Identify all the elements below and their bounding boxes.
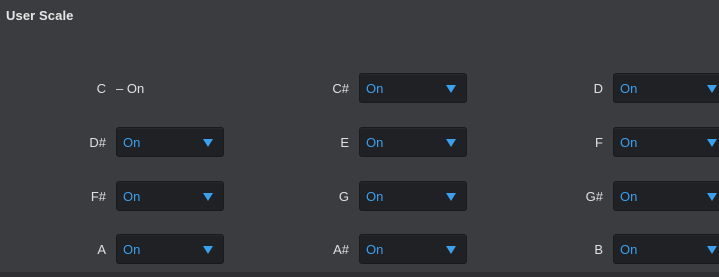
note-label-e: E <box>340 134 349 150</box>
note-f-select[interactable]: On <box>613 127 719 157</box>
note-label-b: B <box>594 241 603 257</box>
note-label-g: G <box>338 188 349 204</box>
select-value: On <box>123 135 141 150</box>
note-row-c-sharp: C# On <box>305 72 467 104</box>
note-b-select[interactable]: On <box>613 234 719 264</box>
note-label-a: A <box>97 241 106 257</box>
note-e-select[interactable]: On <box>359 127 467 157</box>
chevron-down-icon <box>707 193 717 201</box>
select-value: On <box>620 242 638 257</box>
note-row-b: B On <box>559 233 719 265</box>
chevron-down-icon <box>446 139 456 147</box>
chevron-down-icon <box>707 85 717 93</box>
select-value: On <box>620 135 638 150</box>
chevron-down-icon <box>446 85 456 93</box>
note-row-d-sharp: D# On <box>62 126 224 158</box>
chevron-down-icon <box>203 246 213 254</box>
note-row-e: E On <box>305 126 467 158</box>
note-label-c: C <box>96 80 106 96</box>
note-g-sharp-select[interactable]: On <box>613 181 719 211</box>
note-a-select[interactable]: On <box>116 234 224 264</box>
note-label-f-sharp: F# <box>90 188 106 204</box>
note-label-f: F <box>595 134 603 150</box>
note-row-f: F On <box>559 126 719 158</box>
panel-bottom-edge <box>0 272 719 277</box>
note-label-d: D <box>593 80 603 96</box>
note-c-static-state: – On <box>116 80 145 96</box>
note-row-f-sharp: F# On <box>62 180 224 212</box>
select-value: On <box>366 135 384 150</box>
select-value: On <box>620 189 638 204</box>
note-c-sharp-select[interactable]: On <box>359 73 467 103</box>
note-label-a-sharp: A# <box>333 241 349 257</box>
select-value: On <box>366 242 384 257</box>
chevron-down-icon <box>446 193 456 201</box>
note-row-g-sharp: G# On <box>559 180 719 212</box>
select-value: On <box>620 81 638 96</box>
panel-title: User Scale <box>6 8 74 23</box>
note-d-select[interactable]: On <box>613 73 719 103</box>
chevron-down-icon <box>203 139 213 147</box>
chevron-down-icon <box>707 246 717 254</box>
note-row-d: D On <box>559 72 719 104</box>
note-d-sharp-select[interactable]: On <box>116 127 224 157</box>
select-value: On <box>366 81 384 96</box>
select-value: On <box>366 189 384 204</box>
note-row-a-sharp: A# On <box>305 233 467 265</box>
select-value: On <box>123 189 141 204</box>
note-row-a: A On <box>62 233 224 265</box>
note-g-select[interactable]: On <box>359 181 467 211</box>
chevron-down-icon <box>446 246 456 254</box>
note-a-sharp-select[interactable]: On <box>359 234 467 264</box>
chevron-down-icon <box>203 193 213 201</box>
select-value: On <box>123 242 141 257</box>
note-label-c-sharp: C# <box>332 80 349 96</box>
note-label-d-sharp: D# <box>89 134 106 150</box>
note-row-c: C – On <box>62 72 145 104</box>
note-f-sharp-select[interactable]: On <box>116 181 224 211</box>
user-scale-panel: User Scale C – On C# On D On D# On E On <box>0 0 719 277</box>
note-row-g: G On <box>305 180 467 212</box>
note-label-g-sharp: G# <box>585 188 603 204</box>
chevron-down-icon <box>707 139 717 147</box>
